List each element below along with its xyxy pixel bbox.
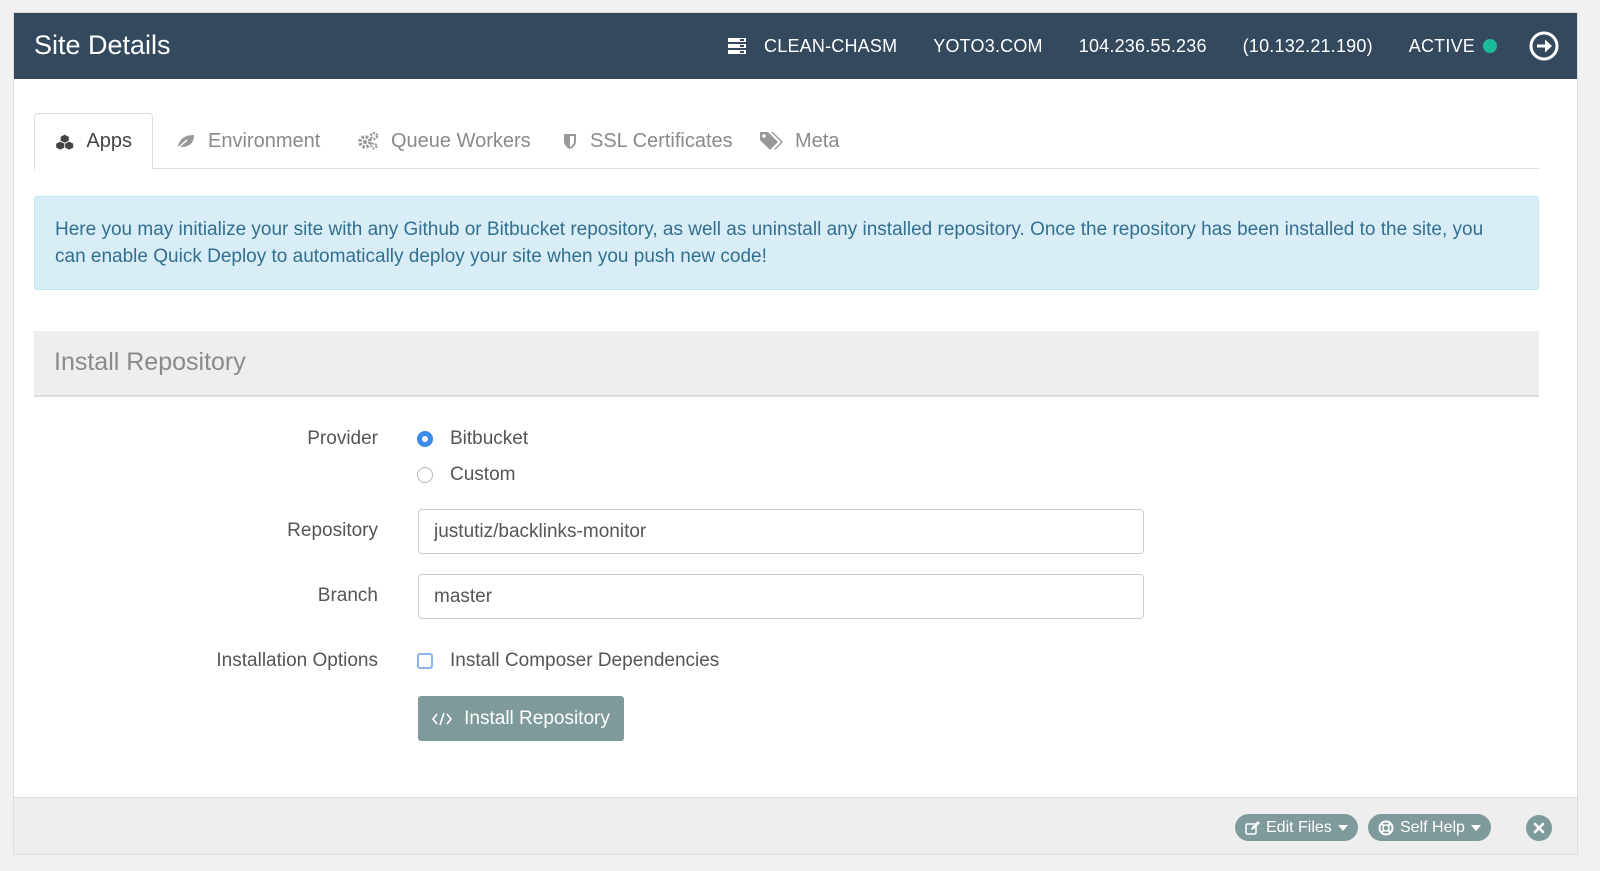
- edit-files-dropdown[interactable]: Edit Files: [1235, 814, 1358, 841]
- tab-meta[interactable]: Meta: [759, 113, 839, 169]
- edit-icon: [1245, 820, 1260, 835]
- provider-option-label: Bitbucket: [450, 428, 529, 449]
- site-header: Site Details CLEAN-CHASM YOTO3.COM 104.2…: [14, 13, 1577, 79]
- radio-button-checked[interactable]: [417, 431, 433, 447]
- provider-option-label: Custom: [450, 464, 516, 485]
- tab-label: Meta: [795, 129, 840, 152]
- install-composer-option[interactable]: Install Composer Dependencies: [417, 650, 719, 672]
- leaf-icon: [177, 135, 194, 149]
- public-ip: 104.236.55.236: [1078, 35, 1207, 56]
- caret-down-icon: [1470, 824, 1481, 831]
- site-tabs: Apps Environment Queue Workers SSL Certi…: [34, 113, 1539, 170]
- status-dot-icon: [1483, 39, 1497, 53]
- self-help-dropdown[interactable]: Self Help: [1368, 814, 1491, 841]
- server-name: CLEAN-CHASM: [764, 35, 898, 56]
- tab-label: Environment: [208, 129, 321, 152]
- arrow-circle-right-icon: [1529, 31, 1559, 61]
- self-help-label: Self Help: [1400, 818, 1465, 836]
- panel-footer: Edit Files Self Help: [14, 797, 1577, 854]
- tags-icon: [760, 132, 783, 150]
- status-indicator: ACTIVE: [1409, 36, 1497, 57]
- code-icon: [432, 712, 453, 725]
- server-icon: [728, 38, 747, 54]
- provider-option-custom[interactable]: Custom: [417, 464, 515, 486]
- radio-button[interactable]: [417, 467, 433, 483]
- gears-icon: [358, 131, 379, 150]
- tab-queue-workers[interactable]: Queue Workers: [357, 113, 531, 169]
- repository-input[interactable]: [418, 509, 1144, 554]
- provider-option-bitbucket[interactable]: Bitbucket: [417, 428, 528, 450]
- repository-info-alert: Here you may initialize your site with a…: [34, 196, 1539, 290]
- tab-apps[interactable]: Apps: [34, 113, 153, 170]
- repository-label: Repository: [287, 520, 378, 541]
- composer-checkbox[interactable]: [417, 653, 433, 669]
- install-button-label: Install Repository: [464, 707, 610, 729]
- site-domain: YOTO3.COM: [933, 35, 1043, 56]
- cubes-icon: [56, 134, 74, 150]
- page-title: Site Details: [34, 30, 171, 60]
- tab-label: Apps: [86, 130, 132, 152]
- close-button[interactable]: [1526, 815, 1552, 841]
- private-ip: (10.132.21.190): [1242, 35, 1373, 56]
- site-meta: CLEAN-CHASM YOTO3.COM 104.236.55.236 (10…: [728, 13, 1559, 79]
- installation-options-label: Installation Options: [216, 650, 378, 671]
- branch-input[interactable]: [418, 574, 1144, 619]
- tab-environment[interactable]: Environment: [176, 113, 320, 169]
- tab-label: SSL Certificates: [590, 129, 733, 152]
- shield-icon: [564, 134, 576, 149]
- site-details-panel: Site Details CLEAN-CHASM YOTO3.COM 104.2…: [13, 12, 1578, 855]
- install-repository-heading: Install Repository: [34, 331, 1539, 397]
- edit-files-label: Edit Files: [1266, 818, 1332, 836]
- status-text: ACTIVE: [1408, 35, 1475, 56]
- tab-label: Queue Workers: [391, 129, 531, 152]
- provider-label: Provider: [307, 428, 378, 449]
- close-icon: [1533, 822, 1545, 834]
- install-repository-button[interactable]: Install Repository: [418, 696, 624, 741]
- go-to-server-button[interactable]: [1529, 31, 1559, 61]
- composer-option-label: Install Composer Dependencies: [450, 650, 720, 671]
- caret-down-icon: [1337, 824, 1348, 831]
- life-ring-icon: [1378, 820, 1394, 835]
- server-link[interactable]: CLEAN-CHASM: [728, 36, 897, 57]
- tab-ssl-certificates[interactable]: SSL Certificates: [562, 113, 733, 169]
- branch-label: Branch: [317, 585, 378, 606]
